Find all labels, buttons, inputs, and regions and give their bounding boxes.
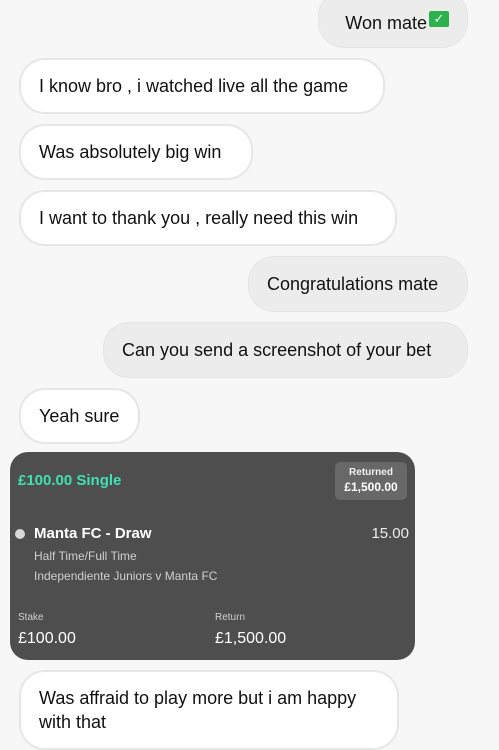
message-won-mate[interactable]: Won mate ✓ bbox=[318, 0, 468, 48]
return-value: £1,500.00 bbox=[215, 630, 287, 647]
message-text: Can you send a screenshot of your bet bbox=[122, 340, 432, 360]
stake-label: Stake bbox=[18, 612, 44, 623]
selection-status-icon bbox=[15, 529, 25, 539]
returned-label: Returned bbox=[349, 467, 393, 478]
bet-title: £100.00 Single bbox=[18, 472, 122, 489]
message-text-line-1: Was affraid to play more but i am happy bbox=[39, 688, 357, 708]
message-affraid-to-play-more[interactable]: Was affraid to play more but i am happy … bbox=[19, 670, 399, 750]
message-text: I know bro , i watched live all the game bbox=[39, 76, 349, 96]
stake-value: £100.00 bbox=[18, 630, 76, 647]
selection-event: Independiente Juniors v Manta FC bbox=[34, 569, 218, 583]
message-watched-live[interactable]: I know bro , i watched live all the game bbox=[19, 58, 385, 114]
message-thank-you[interactable]: I want to thank you , really need this w… bbox=[19, 190, 397, 246]
message-text: Congratulations mate bbox=[267, 274, 439, 294]
message-text: Won mate bbox=[345, 13, 427, 33]
selection-market: Half Time/Full Time bbox=[34, 549, 137, 563]
returned-badge: Returned £1,500.00 bbox=[335, 462, 407, 500]
message-congratulations[interactable]: Congratulations mate bbox=[248, 256, 468, 312]
check-mark-icon: ✓ bbox=[429, 11, 449, 27]
message-text-line-2: with that bbox=[39, 712, 107, 732]
return-label: Return bbox=[215, 612, 246, 623]
message-big-win[interactable]: Was absolutely big win bbox=[19, 124, 253, 180]
message-yeah-sure[interactable]: Yeah sure bbox=[19, 388, 140, 444]
message-text: Yeah sure bbox=[39, 406, 120, 426]
bet-slip-image[interactable]: £100.00 Single Returned £1,500.00 Manta … bbox=[10, 452, 415, 660]
selection-name: Manta FC - Draw bbox=[34, 525, 152, 542]
message-send-screenshot[interactable]: Can you send a screenshot of your bet bbox=[103, 322, 468, 378]
returned-value: £1,500.00 bbox=[344, 480, 398, 494]
message-text: Was absolutely big win bbox=[39, 142, 222, 162]
selection-odds: 15.00 bbox=[371, 525, 409, 542]
message-text: I want to thank you , really need this w… bbox=[39, 208, 359, 228]
